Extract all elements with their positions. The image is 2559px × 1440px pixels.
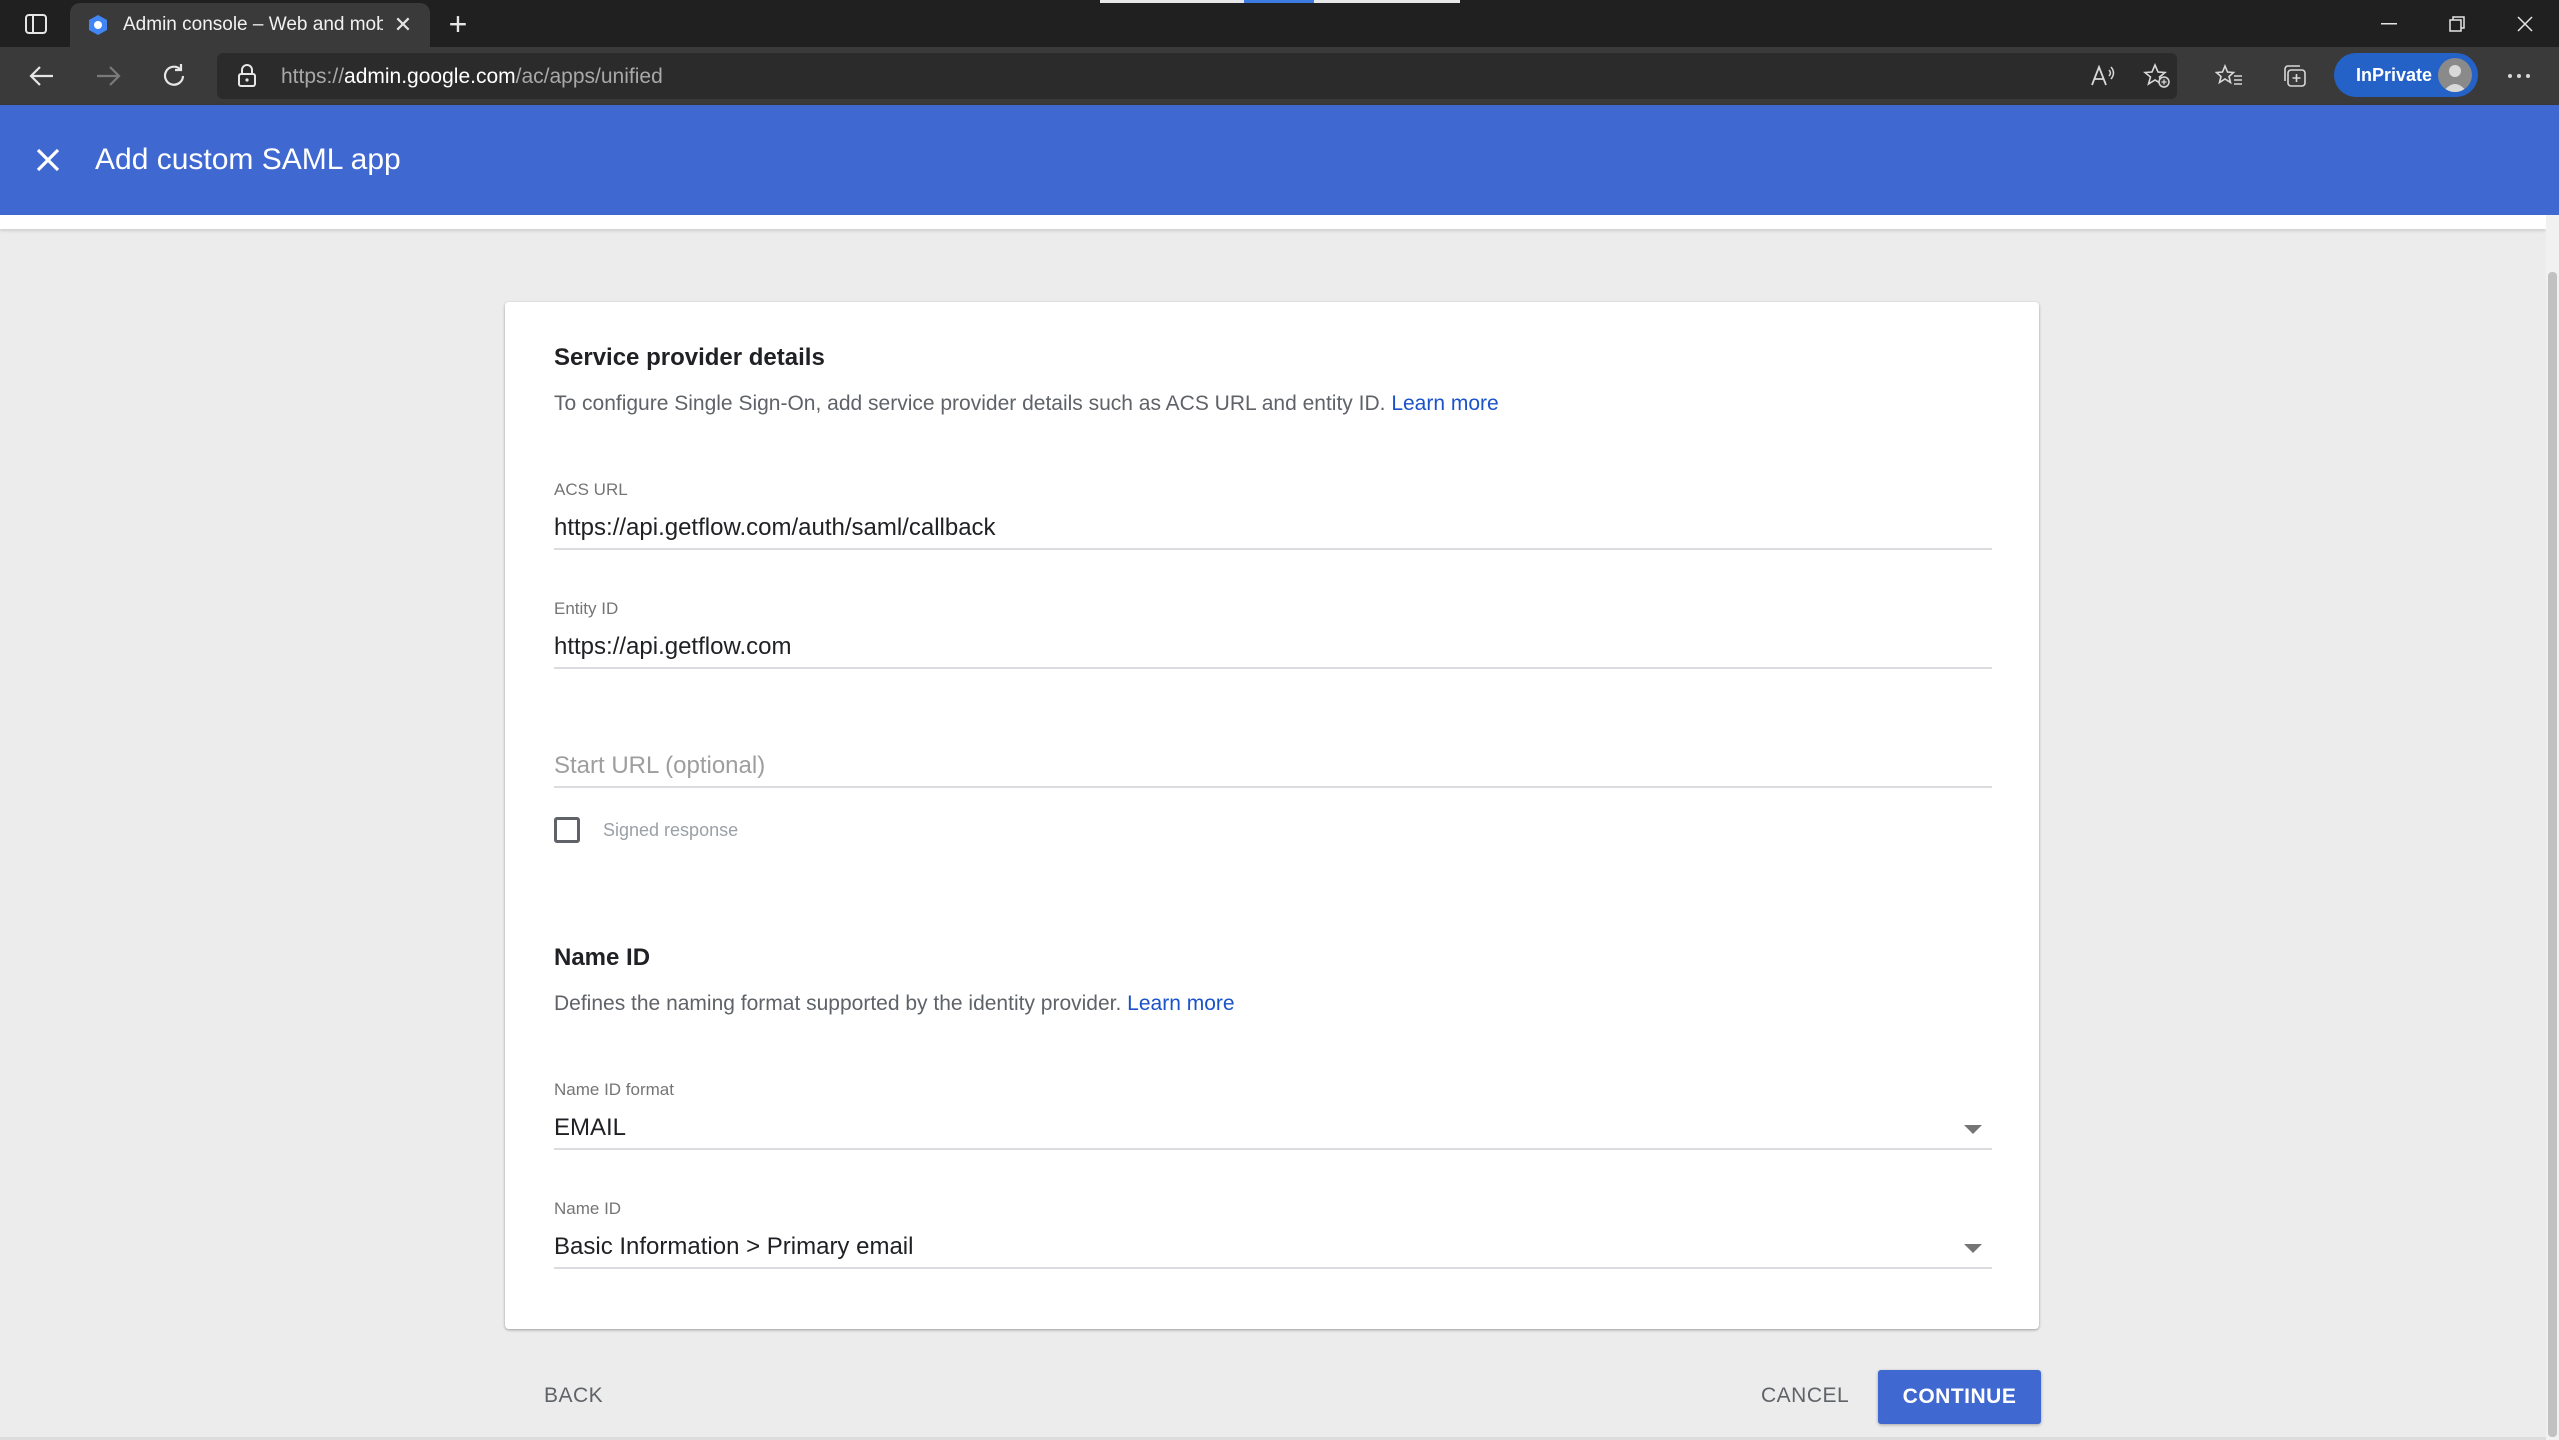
refresh-icon[interactable] bbox=[154, 56, 194, 96]
name-id-value[interactable]: Basic Information > Primary email bbox=[554, 1221, 1992, 1269]
signed-response-row[interactable]: Signed response bbox=[554, 817, 738, 843]
acs-url-field[interactable]: ACS URL https://api.getflow.com/auth/sam… bbox=[554, 480, 1992, 550]
add-favorite-icon[interactable] bbox=[2142, 61, 2172, 91]
url-prefix: https:// bbox=[281, 65, 345, 88]
app-header: Add custom SAML app bbox=[0, 105, 2559, 215]
url-host: admin.google.com bbox=[344, 65, 516, 88]
entity-id-label: Entity ID bbox=[554, 599, 619, 618]
scrollbar-thumb[interactable] bbox=[2548, 272, 2557, 1437]
name-id-select[interactable]: Name ID Basic Information > Primary emai… bbox=[554, 1199, 1992, 1269]
address-bar[interactable]: https://admin.google.com/ac/apps/unified bbox=[217, 53, 2177, 99]
new-tab-button[interactable]: + bbox=[440, 6, 476, 42]
name-id-format-value[interactable]: EMAIL bbox=[554, 1102, 1992, 1150]
lock-icon[interactable] bbox=[237, 64, 259, 88]
window-close-icon[interactable] bbox=[2490, 0, 2559, 47]
restore-icon[interactable] bbox=[2422, 0, 2492, 47]
name-id-label: Name ID bbox=[554, 1199, 622, 1218]
start-url-input[interactable]: Start URL (optional) bbox=[554, 740, 1992, 788]
read-aloud-icon[interactable] bbox=[2088, 61, 2118, 91]
favorites-icon[interactable] bbox=[2214, 61, 2244, 91]
tab-close-icon[interactable]: ✕ bbox=[390, 12, 416, 38]
acs-url-label: ACS URL bbox=[554, 480, 628, 499]
name-id-learn-more-link[interactable]: Learn more bbox=[1127, 992, 1234, 1015]
acs-url-input[interactable]: https://api.getflow.com/auth/saml/callba… bbox=[554, 502, 1992, 550]
tab-title: Admin console – Web and mobil bbox=[123, 14, 383, 35]
tab-strip-indicator bbox=[1100, 0, 1244, 3]
back-arrow-icon[interactable] bbox=[22, 56, 62, 96]
name-id-description: Defines the naming format supported by t… bbox=[554, 992, 1235, 1016]
saml-form-card: Service provider details To configure Si… bbox=[505, 302, 2039, 1329]
header-divider bbox=[0, 215, 2546, 229]
start-url-field[interactable]: Start URL (optional) bbox=[554, 718, 1992, 788]
service-provider-title: Service provider details bbox=[554, 344, 825, 371]
url-text[interactable]: https://admin.google.com/ac/apps/unified bbox=[281, 65, 663, 89]
profile-avatar-icon bbox=[2438, 58, 2472, 92]
dropdown-arrow-icon[interactable] bbox=[1964, 1244, 1982, 1253]
back-button[interactable]: BACK bbox=[544, 1384, 603, 1408]
learn-more-link[interactable]: Learn more bbox=[1391, 392, 1498, 415]
service-provider-description-text: To configure Single Sign-On, add service… bbox=[554, 392, 1386, 415]
browser-tab-active[interactable]: Admin console – Web and mobil ✕ bbox=[70, 3, 430, 47]
signed-response-checkbox[interactable] bbox=[554, 817, 580, 843]
name-id-title: Name ID bbox=[554, 944, 651, 971]
entity-id-input[interactable]: https://api.getflow.com bbox=[554, 621, 1992, 669]
name-id-format-select[interactable]: Name ID format EMAIL bbox=[554, 1080, 1992, 1150]
minimize-icon[interactable] bbox=[2354, 0, 2424, 47]
close-icon[interactable] bbox=[28, 140, 68, 180]
tab-strip-indicator bbox=[1314, 0, 1460, 3]
page-title: Add custom SAML app bbox=[95, 143, 401, 176]
browser-tab-bar: Admin console – Web and mobil ✕ + bbox=[0, 0, 2559, 47]
name-id-description-text: Defines the naming format supported by t… bbox=[554, 992, 1122, 1015]
continue-button[interactable]: CONTINUE bbox=[1878, 1370, 2041, 1424]
tab-actions-icon[interactable] bbox=[18, 10, 54, 38]
dropdown-arrow-icon[interactable] bbox=[1964, 1125, 1982, 1134]
inprivate-button[interactable]: InPrivate bbox=[2334, 53, 2478, 97]
more-options-icon[interactable] bbox=[2504, 61, 2534, 91]
admin-console-favicon-icon bbox=[87, 14, 109, 36]
start-url-label bbox=[554, 718, 1992, 740]
entity-id-field[interactable]: Entity ID https://api.getflow.com bbox=[554, 599, 1992, 669]
tab-strip-indicator-active bbox=[1244, 0, 1314, 3]
browser-toolbar: https://admin.google.com/ac/apps/unified… bbox=[0, 47, 2559, 105]
collections-icon[interactable] bbox=[2280, 61, 2310, 91]
signed-response-label: Signed response bbox=[603, 819, 739, 840]
cancel-button[interactable]: CANCEL bbox=[1761, 1384, 1849, 1408]
forward-arrow-icon[interactable] bbox=[88, 56, 128, 96]
url-path: /ac/apps/unified bbox=[515, 65, 663, 88]
name-id-format-label: Name ID format bbox=[554, 1080, 674, 1099]
inprivate-label: InPrivate bbox=[2356, 64, 2433, 85]
service-provider-description: To configure Single Sign-On, add service… bbox=[554, 392, 1499, 416]
